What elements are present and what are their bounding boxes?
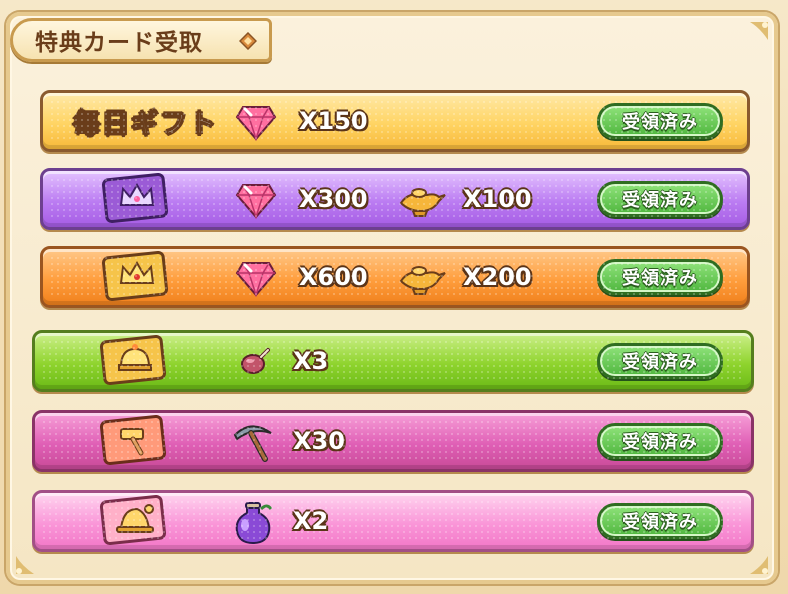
gem-icon: [235, 103, 277, 145]
reward-amount: X300: [299, 185, 368, 213]
hammer-card-icon: [97, 414, 173, 467]
reward-row-purple-card: X300 X100 受領済み: [40, 168, 750, 230]
claimed-button[interactable]: 受領済み: [597, 259, 723, 295]
gem-icon: [235, 181, 277, 223]
diamond-ornament-icon: [238, 31, 258, 51]
pickaxe-icon: [231, 421, 275, 467]
reward-amount: X30: [293, 427, 345, 455]
corner-ornament-icon: [12, 552, 38, 578]
reward-row-light-pink-card: X2 受領済み: [32, 490, 754, 552]
reward-amount: X150: [299, 107, 368, 135]
gem-icon: [235, 259, 277, 301]
reward-amount: X2: [293, 507, 329, 535]
purple-crown-card-icon: [99, 172, 175, 225]
reward-row-orange-card: X600 X200 受領済み: [40, 246, 750, 308]
row-label: 毎日ギフト: [72, 108, 218, 140]
hat-card-icon: [97, 494, 173, 547]
claimed-button[interactable]: 受領済み: [597, 343, 723, 379]
reward-amount: X600: [299, 263, 368, 291]
meat-icon: [239, 347, 271, 381]
helmet-card-icon: [97, 334, 173, 387]
reward-amount: X200: [463, 263, 532, 291]
magic-lamp-icon: [397, 259, 447, 301]
panel-title-tab: 特典カード受取: [10, 18, 272, 62]
reward-row-daily-gift: 毎日ギフト X150 受領済み: [40, 90, 750, 152]
claimed-button[interactable]: 受領済み: [597, 181, 723, 217]
panel-title: 特典カード受取: [35, 30, 203, 56]
claimed-button[interactable]: 受領済み: [597, 503, 723, 539]
corner-ornament-icon: [746, 18, 772, 44]
claimed-button[interactable]: 受領済み: [597, 423, 723, 459]
claimed-button[interactable]: 受領済み: [597, 103, 723, 139]
gold-crown-card-icon: [99, 250, 175, 303]
reward-amount: X100: [463, 185, 532, 213]
reward-amount: X3: [293, 347, 329, 375]
magic-lamp-icon: [397, 181, 447, 223]
reward-row-pink-card: X30 受領済み: [32, 410, 754, 472]
corner-ornament-icon: [746, 552, 772, 578]
reward-row-green-card: X3 受領済み: [32, 330, 754, 392]
potion-icon: [231, 501, 275, 549]
